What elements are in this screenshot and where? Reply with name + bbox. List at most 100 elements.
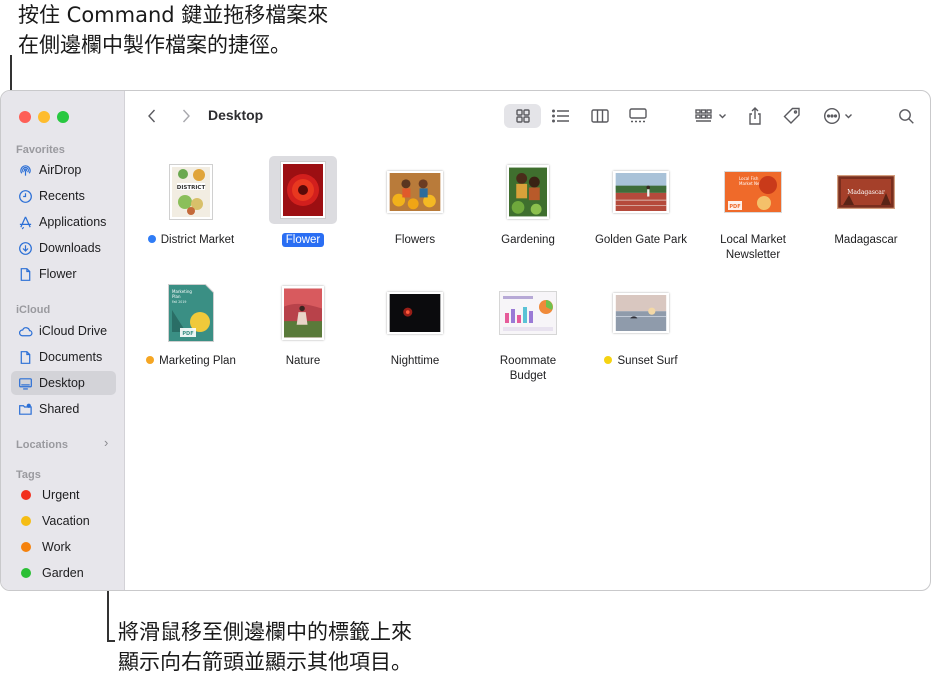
shared-folder-icon [18, 402, 33, 417]
file-label: Golden Gate Park [584, 233, 698, 248]
file-name: Roommate Budget [499, 355, 557, 382]
column-view-button[interactable] [585, 104, 615, 128]
gallery-view-button[interactable] [623, 104, 653, 128]
share-icon [749, 106, 761, 125]
file-thumbnail [358, 281, 472, 345]
tag-dot-icon [147, 235, 156, 243]
chevron-down-icon [719, 114, 726, 119]
group-icon [695, 109, 712, 122]
document-icon [18, 350, 33, 365]
tag-icon [783, 107, 800, 124]
file-name: Nature [285, 355, 321, 367]
finder-window: Favorites AirDrop Recents Applications D… [0, 90, 931, 591]
file-name: Marketing Plan [159, 355, 236, 367]
file-name[interactable]: Flower [281, 233, 325, 247]
search-icon [898, 108, 914, 124]
sidebar-item-shared[interactable]: Shared [11, 397, 116, 421]
file-thumbnail [471, 281, 585, 345]
back-button[interactable] [142, 104, 162, 128]
sidebar-item-label: Applications [39, 215, 107, 229]
share-button[interactable] [742, 104, 768, 128]
file-thumbnail [471, 160, 585, 224]
file-thumbnail [584, 281, 698, 345]
more-actions-button[interactable] [819, 104, 857, 128]
file-name: Nighttime [390, 355, 440, 367]
file-thumbnail [584, 160, 698, 224]
sidebar-item-applications[interactable]: Applications [11, 210, 116, 234]
search-button[interactable] [894, 104, 918, 128]
pdf-badge: PDF [182, 331, 193, 337]
sidebar-item-downloads[interactable]: Downloads [11, 236, 116, 260]
chevron-right-icon [182, 109, 190, 123]
sidebar-item-label: Desktop [39, 376, 85, 390]
file-label: Sunset Surf [584, 354, 698, 369]
list-icon [552, 109, 569, 123]
file-label: Roommate Budget [471, 354, 585, 384]
tag-dot-icon [21, 516, 31, 526]
sidebar-item-documents[interactable]: Documents [11, 345, 116, 369]
sidebar-item-label: Shared [39, 402, 80, 416]
sidebar-section-icloud: iCloud [16, 304, 51, 316]
file-label: District Market [134, 233, 248, 248]
sidebar-item-icloud-drive[interactable]: iCloud Drive [11, 319, 116, 343]
callout-sidebar-shortcut: 按住 Command 鍵並拖移檔案來 在側邊欄中製作檔案的捷徑。 [18, 3, 329, 57]
file-grid: DISTRICT District Market Flower Flowers … [126, 139, 930, 590]
sidebar-tag-urgent[interactable]: Urgent [11, 483, 116, 507]
chevron-right-icon[interactable]: › [104, 435, 108, 450]
forward-button[interactable] [176, 104, 196, 128]
sidebar-section-locations[interactable]: Locations [16, 439, 68, 451]
sidebar-section-favorites: Favorites [16, 144, 65, 156]
toolbar: Desktop [126, 91, 930, 139]
file-name: Local Market Newsletter [720, 234, 786, 261]
svg-text:Fall 2019: Fall 2019 [172, 300, 186, 304]
icon-view-button[interactable] [504, 104, 541, 128]
file-label: Nighttime [358, 354, 472, 369]
sidebar-item-label: iCloud Drive [39, 324, 108, 338]
file-thumbnail [246, 281, 360, 345]
sidebar-tag-work[interactable]: Work [11, 535, 116, 559]
sidebar-item-desktop[interactable]: Desktop [11, 371, 116, 395]
ellipsis-circle-icon [823, 107, 841, 125]
file-thumbnail [269, 156, 337, 224]
thumb-text-madagascar: Madagascar [847, 189, 885, 196]
tags-button[interactable] [779, 104, 805, 128]
desktop-icon [18, 376, 33, 391]
file-name: Madagascar [834, 234, 898, 246]
tag-dot-icon [21, 568, 31, 578]
callout-leader-bottom-tick [107, 640, 115, 642]
sidebar-item-label: Garden [42, 566, 84, 580]
file-label: Flowers [358, 233, 472, 248]
list-view-button[interactable] [546, 104, 576, 128]
close-button[interactable] [19, 111, 31, 123]
thumb-text-district: DISTRICT [177, 185, 206, 191]
sidebar-item-label: Work [42, 540, 71, 554]
file-name: Golden Gate Park [594, 234, 688, 246]
file-thumbnail: Marketing Plan Fall 2019 PDF [134, 281, 248, 345]
group-button[interactable] [692, 104, 730, 128]
sidebar-section-tags: Tags [16, 469, 41, 481]
sidebar-item-airdrop[interactable]: AirDrop [11, 158, 116, 182]
tag-dot-icon [604, 356, 613, 364]
sidebar-tag-vacation[interactable]: Vacation [11, 509, 116, 533]
sidebar-item-label: Recents [39, 189, 85, 203]
download-icon [18, 241, 33, 256]
file-thumbnail: Local Fish Market News PDF [696, 160, 810, 224]
file-label: Gardening [471, 233, 585, 248]
sidebar-tag-garden[interactable]: Garden [11, 561, 116, 585]
file-name: Sunset Surf [617, 355, 678, 367]
file-label: Nature [246, 354, 360, 369]
file-name: District Market [160, 234, 235, 246]
sidebar-item-label: Urgent [42, 488, 80, 502]
minimize-button[interactable] [38, 111, 50, 123]
file-name: Gardening [501, 234, 555, 246]
pdf-badge: PDF [729, 204, 740, 210]
chevron-down-icon [845, 114, 852, 119]
sidebar-item-flower[interactable]: Flower [11, 262, 116, 286]
fullscreen-button[interactable] [57, 111, 69, 123]
sidebar-item-recents[interactable]: Recents [11, 184, 116, 208]
window-title: Desktop [208, 107, 264, 123]
sidebar-item-label: Flower [39, 267, 77, 281]
tag-dot-icon [21, 490, 31, 500]
tag-dot-icon [146, 356, 155, 364]
file-label: Flower [246, 233, 360, 248]
